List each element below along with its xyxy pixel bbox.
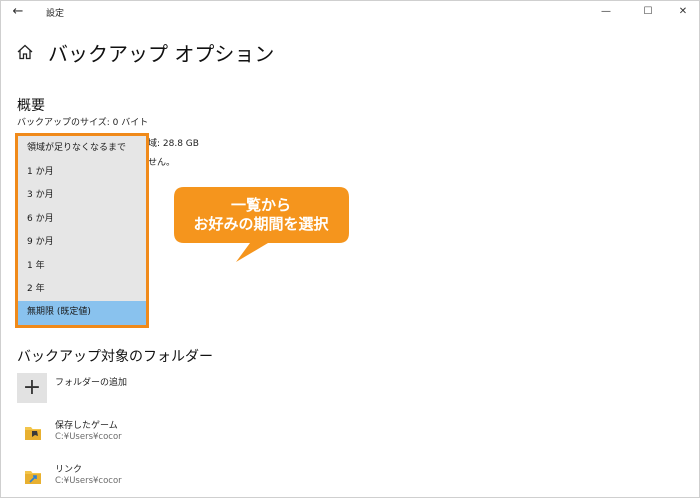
dropdown-option[interactable]: 1 年 [18, 255, 146, 278]
window-title: 設定 [46, 9, 65, 19]
close-icon[interactable]: ✕ [675, 4, 691, 20]
folder-list-item[interactable]: リンク C:¥Users¥cocor [0, 462, 300, 496]
add-folder-label[interactable]: フォルダーの追加 [55, 375, 127, 388]
backup-size-text: バックアップのサイズ: 0 バイト [17, 118, 149, 128]
folder-list-item[interactable]: 保存したゲーム C:¥Users¥cocor [0, 418, 300, 452]
dropdown-option[interactable]: 領域が足りなくなるまで [18, 136, 146, 161]
plus-icon: + [22, 375, 42, 400]
partial-text-2: せん。 [148, 158, 176, 168]
overview-heading: 概要 [17, 98, 45, 114]
folder-path: C:¥Users¥cocor [55, 432, 122, 442]
dropdown-option[interactable]: 1 か月 [18, 161, 146, 184]
title-bar: ← 設定 — ☐ ✕ [0, 0, 700, 26]
add-folder-button[interactable]: + [17, 373, 47, 403]
dropdown-option[interactable]: 3 か月 [18, 184, 146, 207]
dropdown-option[interactable]: 6 か月 [18, 208, 146, 231]
links-folder-icon [25, 471, 41, 484]
back-arrow-icon[interactable]: ← [10, 4, 26, 20]
callout-line-1: 一覧から [230, 196, 291, 214]
callout-line-2: お好みの期間を選択 [193, 215, 329, 233]
callout-text: 一覧から お好みの期間を選択 [176, 196, 346, 234]
folder-name: リンク [55, 465, 83, 475]
dropdown-option[interactable]: 2 年 [18, 278, 146, 301]
partial-text-1: 域: 28.8 GB [148, 139, 199, 149]
saved-games-folder-icon [25, 427, 41, 440]
home-icon[interactable] [16, 43, 34, 61]
page-title: バックアップ オプション [48, 42, 275, 66]
dropdown-option-selected[interactable]: 無期限 (既定値) [18, 301, 146, 325]
retention-dropdown-list[interactable]: 領域が足りなくなるまで 1 か月 3 か月 6 か月 9 か月 1 年 2 年 … [15, 133, 149, 328]
minimize-icon[interactable]: — [598, 4, 614, 20]
folder-name: 保存したゲーム [55, 421, 118, 431]
folder-path: C:¥Users¥cocor [55, 476, 122, 486]
folders-heading: バックアップ対象のフォルダー [17, 349, 213, 365]
maximize-icon[interactable]: ☐ [640, 4, 656, 20]
dropdown-option[interactable]: 9 か月 [18, 231, 146, 254]
